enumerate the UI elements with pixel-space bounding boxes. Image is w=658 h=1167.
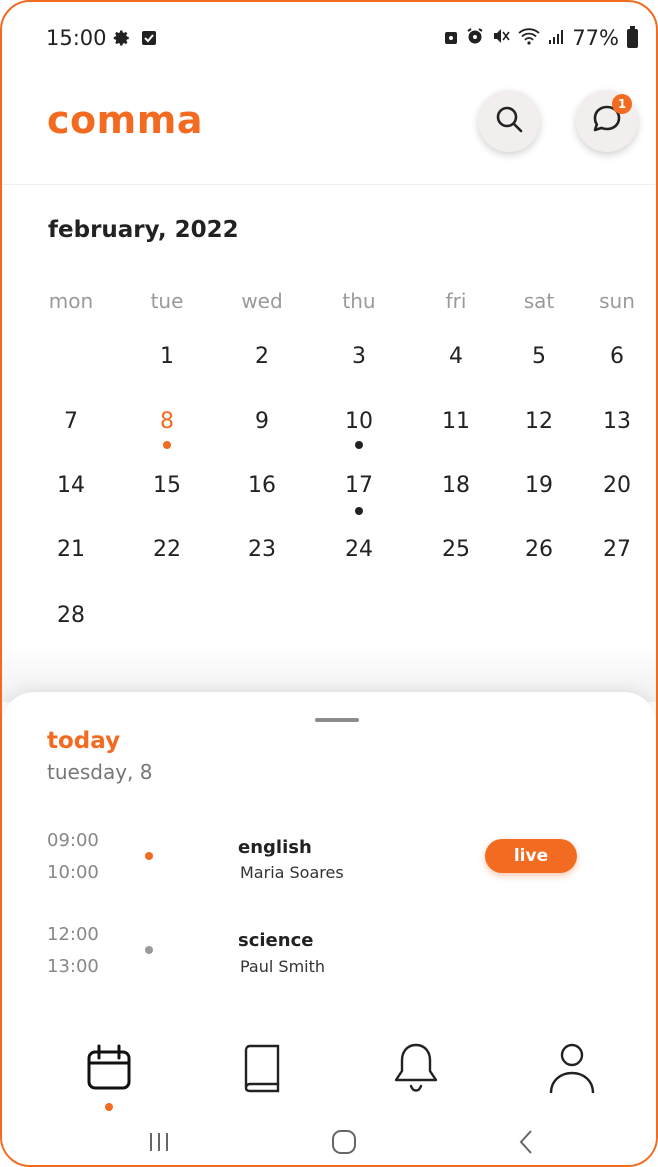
- calendar-day[interactable]: 7: [64, 409, 78, 434]
- search-icon: [494, 104, 524, 138]
- calendar-day[interactable]: 16: [248, 473, 276, 498]
- event-indicator: [163, 441, 171, 449]
- weekday-thu: thu: [342, 289, 376, 313]
- calendar-day[interactable]: 6: [610, 344, 624, 369]
- class-status-dot: [145, 852, 153, 860]
- class-end-time: 10:00: [47, 862, 99, 883]
- calendar-day[interactable]: 19: [525, 473, 553, 498]
- calendar-day[interactable]: 17: [345, 473, 373, 498]
- class-teacher: Maria Soares: [240, 863, 344, 882]
- calendar-icon: [84, 1043, 134, 1097]
- home-icon: [331, 1129, 357, 1159]
- event-indicator: [355, 507, 363, 515]
- mute-icon: [492, 26, 510, 50]
- sheet-drag-handle[interactable]: [315, 718, 359, 722]
- weekday-wed: wed: [241, 289, 283, 313]
- calendar-day[interactable]: 21: [57, 537, 85, 562]
- live-button[interactable]: live: [485, 839, 577, 873]
- calendar-day[interactable]: 4: [449, 344, 463, 369]
- signal-icon: [548, 26, 564, 50]
- app-logo: comma: [47, 98, 203, 142]
- battery-icon: [627, 25, 638, 48]
- calendar-day[interactable]: 13: [603, 409, 631, 434]
- recent-apps-icon: [148, 1131, 170, 1157]
- event-indicator: [355, 441, 363, 449]
- alarm-icon: [466, 26, 484, 50]
- app-frame: 15:00 77% comma 1 february, 2022 mon tue…: [0, 0, 658, 1167]
- status-right-icons: 77%: [444, 25, 638, 50]
- class-subject: english: [238, 837, 312, 858]
- calendar-day[interactable]: 5: [532, 344, 546, 369]
- lock-icon: [444, 26, 458, 50]
- calendar-day[interactable]: 14: [57, 473, 85, 498]
- calendar-day[interactable]: 26: [525, 537, 553, 562]
- calendar-day[interactable]: 3: [352, 344, 366, 369]
- status-time: 15:00: [46, 26, 107, 50]
- weekday-sun: sun: [599, 289, 635, 313]
- calendar-day[interactable]: 25: [442, 537, 470, 562]
- recent-apps-button[interactable]: [139, 1124, 179, 1164]
- messages-button[interactable]: 1: [576, 90, 638, 152]
- checkbox-icon: [141, 30, 157, 50]
- class-start-time: 12:00: [47, 924, 99, 945]
- calendar-day[interactable]: 10: [345, 409, 373, 434]
- calendar-day[interactable]: 11: [442, 409, 470, 434]
- calendar-day[interactable]: 2: [255, 344, 269, 369]
- weekday-sat: sat: [523, 289, 555, 313]
- today-date: tuesday, 8: [47, 760, 153, 784]
- calendar-day[interactable]: 15: [153, 473, 181, 498]
- calendar-day[interactable]: 22: [153, 537, 181, 562]
- bell-icon: [391, 1041, 441, 1099]
- messages-badge: 1: [612, 94, 632, 114]
- class-subject: science: [238, 930, 314, 951]
- calendar-day[interactable]: 23: [248, 537, 276, 562]
- calendar-day[interactable]: 27: [603, 537, 631, 562]
- today-label: today: [47, 728, 121, 754]
- nav-active-indicator: [105, 1103, 113, 1111]
- calendar-day-selected[interactable]: 8: [160, 409, 174, 434]
- calendar-day[interactable]: 12: [525, 409, 553, 434]
- nav-calendar-tab[interactable]: [81, 1042, 137, 1098]
- calendar-day[interactable]: 20: [603, 473, 631, 498]
- weekday-tue: tue: [150, 289, 184, 313]
- nav-profile-tab[interactable]: [544, 1042, 600, 1098]
- search-button[interactable]: [478, 90, 540, 152]
- battery-percent: 77%: [572, 26, 619, 50]
- back-button[interactable]: [507, 1124, 547, 1164]
- settings-icon: [113, 29, 131, 51]
- calendar-day[interactable]: 9: [255, 409, 269, 434]
- calendar-day[interactable]: 24: [345, 537, 373, 562]
- nav-library-tab[interactable]: [234, 1042, 290, 1098]
- header-divider: [2, 184, 656, 185]
- calendar-day[interactable]: 28: [57, 603, 85, 628]
- wifi-icon: [518, 26, 540, 50]
- class-start-time: 09:00: [47, 830, 99, 851]
- class-end-time: 13:00: [47, 956, 99, 977]
- back-icon: [516, 1129, 538, 1159]
- nav-notifications-tab[interactable]: [388, 1042, 444, 1098]
- status-bar: 15:00 77%: [2, 2, 656, 74]
- book-icon: [238, 1043, 286, 1097]
- class-status-dot: [145, 946, 153, 954]
- status-left-icons: [113, 29, 157, 51]
- calendar-day[interactable]: 1: [160, 344, 174, 369]
- weekday-fri: fri: [445, 289, 467, 313]
- month-title: february, 2022: [48, 217, 239, 243]
- home-button[interactable]: [324, 1124, 364, 1164]
- profile-icon: [547, 1041, 597, 1099]
- weekday-mon: mon: [48, 289, 94, 313]
- calendar-day[interactable]: 18: [442, 473, 470, 498]
- class-teacher: Paul Smith: [240, 957, 326, 976]
